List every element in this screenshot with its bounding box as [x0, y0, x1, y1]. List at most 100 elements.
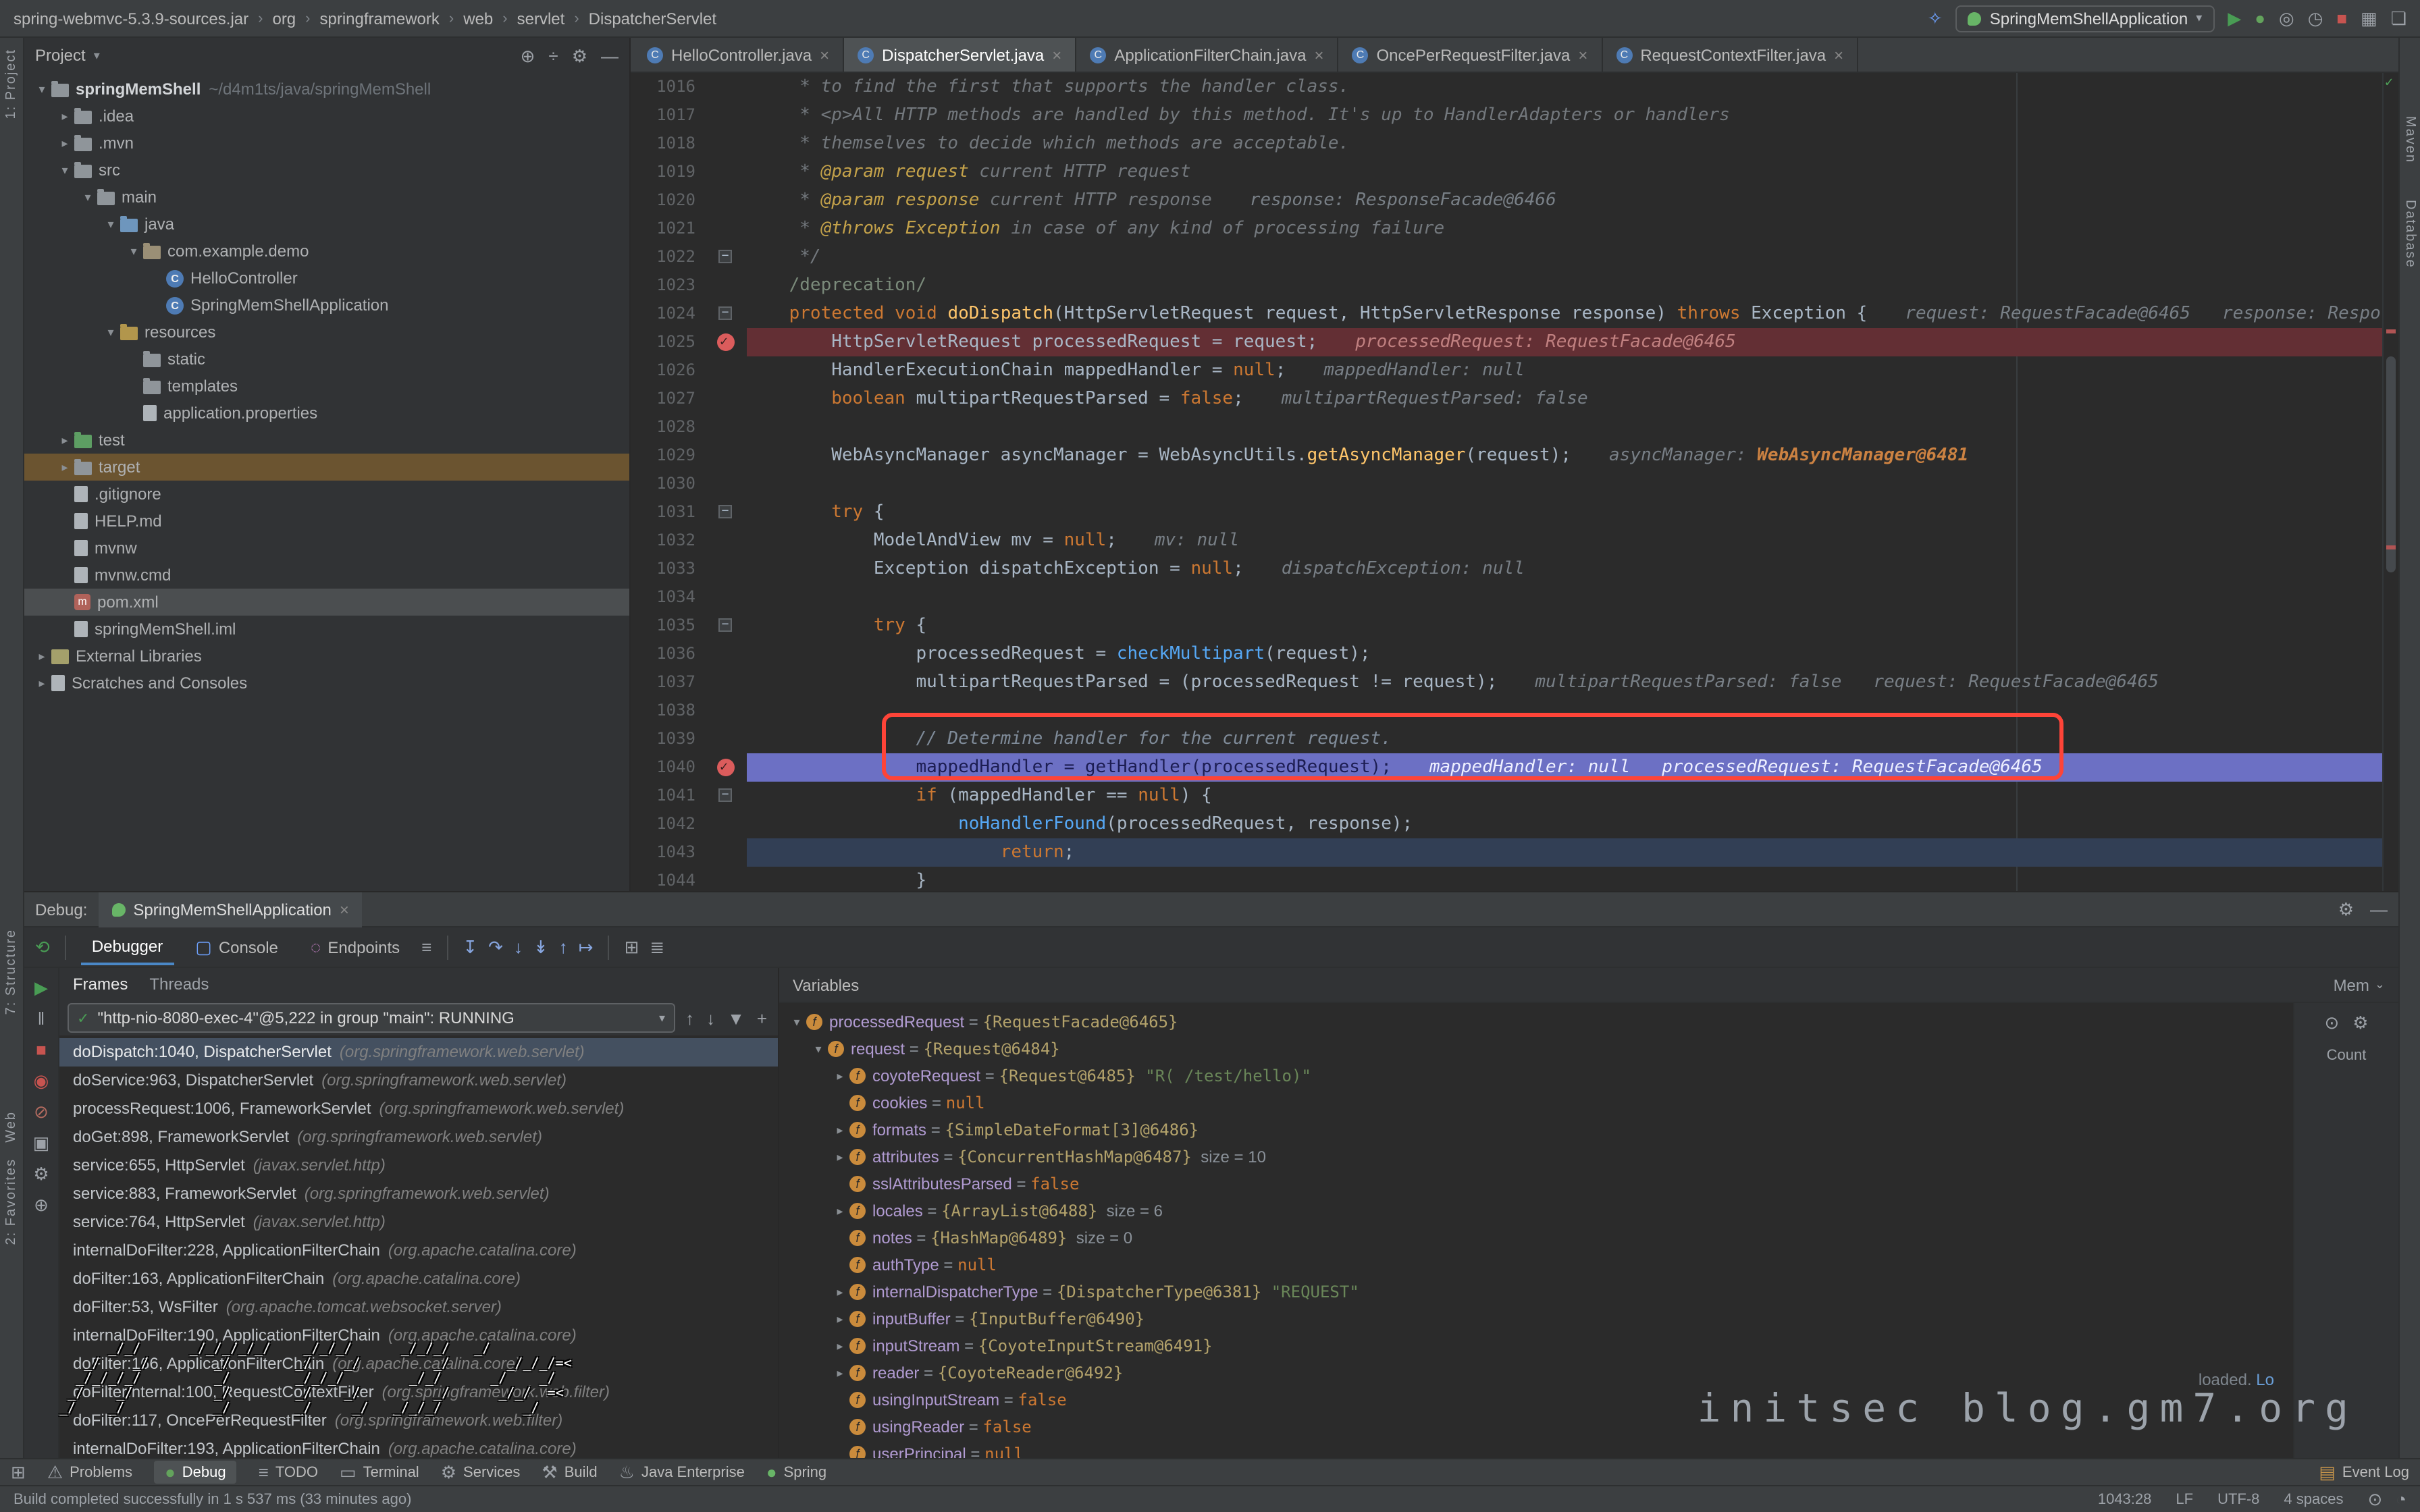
layout-icon[interactable]: ❏ — [2391, 9, 2406, 27]
code-text[interactable]: HttpServletRequest processedRequest = re… — [747, 328, 2398, 356]
stack-frame-row[interactable]: processRequest:1006, FrameworkServlet(or… — [59, 1095, 778, 1123]
variable-row[interactable]: fcookies = null — [779, 1089, 2293, 1116]
wand-icon[interactable]: ✧ — [1928, 7, 1943, 28]
close-icon[interactable]: × — [340, 900, 349, 919]
breakpoint-icon[interactable] — [717, 759, 735, 776]
tree-toggle-icon[interactable]: ▾ — [32, 82, 51, 97]
code-text[interactable]: * themselves to decide which methods are… — [747, 130, 2398, 158]
gear-icon[interactable]: ⚙ — [33, 1165, 49, 1183]
code-text[interactable]: if (mappedHandler == null) { — [747, 782, 2398, 810]
mute-icon[interactable]: ⊘ — [34, 1103, 49, 1120]
event-log-button[interactable]: ▤Event Log — [2319, 1463, 2409, 1481]
fold-icon[interactable]: − — [718, 250, 732, 263]
tree-item[interactable]: springMemShell.iml — [24, 616, 629, 643]
code-text[interactable]: HandlerExecutionChain mappedHandler = nu… — [747, 356, 2398, 385]
chevron-right-icon[interactable]: ▸ — [831, 1123, 849, 1137]
editor-tab[interactable]: CRequestContextFilter.java× — [1602, 38, 1858, 72]
tool-window-button-favorites[interactable]: 2: Favorites — [4, 1158, 19, 1245]
stepover-icon[interactable]: ↷ — [488, 938, 503, 956]
gutter[interactable] — [706, 838, 747, 867]
debugbug-icon[interactable]: ● — [2255, 9, 2265, 27]
line-number[interactable]: 1040 — [631, 753, 706, 782]
code-text[interactable]: boolean multipartRequestParsed = false;m… — [747, 385, 2398, 413]
chevron-right-icon[interactable]: ▸ — [831, 1285, 849, 1299]
gutter[interactable] — [706, 271, 747, 300]
tree-item[interactable]: ▾resources — [24, 319, 629, 346]
frames-tab-threads[interactable]: Threads — [149, 975, 209, 994]
code-text[interactable]: * <p>All HTTP methods are handled by thi… — [747, 101, 2398, 130]
gutter[interactable] — [706, 640, 747, 668]
chevron-right-icon[interactable]: ▸ — [831, 1312, 849, 1326]
gutter[interactable] — [706, 583, 747, 612]
chevron-down-icon[interactable]: ▾ — [809, 1042, 828, 1056]
variable-row[interactable]: fnotes = {HashMap@6489} size = 0 — [779, 1224, 2293, 1251]
close-icon[interactable]: × — [1314, 45, 1323, 64]
code-text[interactable]: mappedHandler = getHandler(processedRequ… — [747, 753, 2398, 782]
variable-row[interactable]: ▾frequest = {Request@6484} — [779, 1035, 2293, 1062]
plus-icon[interactable]: + — [757, 1009, 767, 1027]
stack-frame-row[interactable]: service:883, FrameworkServlet(org.spring… — [59, 1180, 778, 1208]
line-number[interactable]: 1036 — [631, 640, 706, 668]
stack-frame-row[interactable]: internalDoFilter:193, ApplicationFilterC… — [59, 1435, 778, 1458]
status-message[interactable]: Build completed successfully in 1 s 537 … — [14, 1491, 411, 1507]
variable-row[interactable]: ▸finputBuffer = {InputBuffer@6490} — [779, 1305, 2293, 1332]
gutter[interactable] — [706, 441, 747, 470]
variable-row[interactable]: ▸fcoyoteRequest = {Request@6485} "R( /te… — [779, 1062, 2293, 1089]
locate-icon[interactable]: ⊕ — [521, 47, 535, 64]
line-number[interactable]: 1016 — [631, 73, 706, 101]
endpoints-icon[interactable]: ◌ — [311, 938, 321, 956]
line-number[interactable]: 1028 — [631, 413, 706, 441]
variable-row[interactable]: ▸flocales = {ArrayList@6488} size = 6 — [779, 1197, 2293, 1224]
stack-frame-row[interactable]: internalDoFilter:190, ApplicationFilterC… — [59, 1322, 778, 1350]
tree-toggle-icon[interactable]: ▾ — [101, 325, 120, 340]
line-number[interactable]: 1020 — [631, 186, 706, 215]
line-number[interactable]: 1039 — [631, 725, 706, 753]
breakpoint-icon[interactable] — [717, 333, 735, 351]
gutter[interactable] — [706, 101, 747, 130]
stepout-icon[interactable]: ↑ — [559, 938, 568, 956]
editor-scrollbar[interactable]: ✓ — [2382, 73, 2398, 891]
stack-frame-row[interactable]: doGet:898, FrameworkServlet(org.springfr… — [59, 1123, 778, 1152]
project-panel-title[interactable]: Project — [35, 46, 86, 65]
gutter[interactable] — [706, 385, 747, 413]
code-text[interactable]: try { — [747, 498, 2398, 526]
variable-row[interactable]: fauthType = null — [779, 1251, 2293, 1278]
chevron-right-icon[interactable]: ▸ — [831, 1069, 849, 1083]
line-number[interactable]: 1033 — [631, 555, 706, 583]
hide-icon[interactable]: — — [601, 47, 619, 64]
gear-icon[interactable]: ⚙ — [2338, 900, 2354, 918]
chevron-right-icon[interactable]: ▸ — [831, 1204, 849, 1218]
tree-toggle-icon[interactable]: ▸ — [32, 649, 51, 664]
code-text[interactable]: Exception dispatchException = null;dispa… — [747, 555, 2398, 583]
line-number[interactable]: 1021 — [631, 215, 706, 243]
tool-window-button-spring[interactable]: ●Spring — [766, 1463, 826, 1481]
term-icon[interactable]: ▭ — [340, 1463, 357, 1481]
fold-icon[interactable]: − — [718, 618, 732, 632]
tool-window-button-problems[interactable]: ⚠Problems — [47, 1463, 132, 1481]
variable-row[interactable]: fuserPrincipal = null — [779, 1440, 2293, 1458]
editor-tab[interactable]: CHelloController.java× — [633, 38, 844, 72]
gutter[interactable] — [706, 470, 747, 498]
tree-item[interactable]: ▾com.example.demo — [24, 238, 629, 265]
warn-icon[interactable]: ⚠ — [47, 1463, 63, 1481]
variable-row[interactable]: ▸fattributes = {ConcurrentHashMap@6487} … — [779, 1143, 2293, 1170]
debug-tab-console[interactable]: ▢Console — [184, 931, 289, 963]
editor-tab[interactable]: CDispatcherServlet.java× — [844, 38, 1076, 72]
stack-frame-row[interactable]: doFilterInternal:100, RequestContextFilt… — [59, 1378, 778, 1407]
leafdot-icon[interactable]: ● — [766, 1463, 777, 1481]
gutter[interactable]: − — [706, 498, 747, 526]
trace-icon[interactable]: ≣ — [650, 938, 664, 956]
tree-toggle-icon[interactable]: ▾ — [124, 244, 143, 259]
run-icon[interactable]: ▶ — [2228, 9, 2241, 27]
tree-item[interactable]: .gitignore — [24, 481, 629, 508]
rerun-icon[interactable]: ⟲ — [35, 938, 50, 956]
stack-frame-row[interactable]: doFilter:163, ApplicationFilterChain(org… — [59, 1265, 778, 1293]
scrollbar-thumb[interactable] — [2386, 356, 2396, 572]
code-text[interactable]: ModelAndView mv = null;mv: null — [747, 526, 2398, 555]
gutter[interactable] — [706, 810, 747, 838]
breadcrumb-item[interactable]: web — [463, 9, 493, 28]
tool-window-button-debug[interactable]: ●Debug — [154, 1461, 237, 1484]
stack-frame-row[interactable]: internalDoFilter:228, ApplicationFilterC… — [59, 1237, 778, 1265]
code-text[interactable]: * @throws Exception in case of any kind … — [747, 215, 2398, 243]
vbp-icon[interactable]: ◉ — [34, 1072, 49, 1089]
